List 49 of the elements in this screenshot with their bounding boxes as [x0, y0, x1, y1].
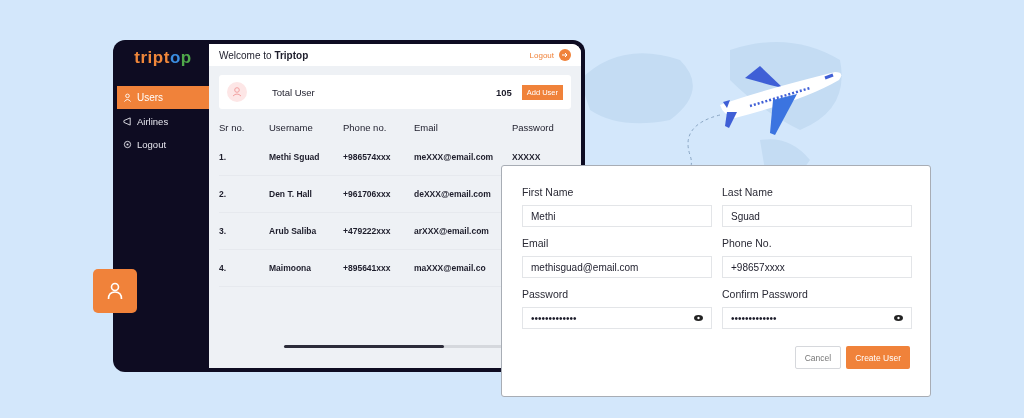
welcome-title: Welcome to Triptop [219, 49, 309, 61]
megaphone-icon [123, 117, 132, 126]
table-cell: maXXX@email.co [414, 263, 486, 273]
field-label: Confirm Password [722, 288, 809, 300]
field-label: Phone No. [722, 237, 773, 249]
table-cell: 3. [219, 226, 227, 236]
table-cell: Arub Saliba [269, 226, 317, 236]
table-cell: Den T. Hall [269, 189, 312, 199]
users-icon [227, 82, 247, 102]
column-header: Sr no. [219, 122, 269, 139]
total-user-label: Total User [272, 86, 316, 98]
sidebar-item[interactable]: Airlines [117, 111, 209, 132]
table-cell: +961706xxx [343, 189, 391, 199]
person-icon [105, 281, 125, 301]
field-label: Last Name [722, 186, 774, 198]
input-field[interactable]: Sguad [722, 205, 912, 227]
table-cell: deXXX@email.com [414, 189, 491, 199]
input-field[interactable]: Methi [522, 205, 712, 227]
logout-icon[interactable] [559, 49, 571, 61]
field-label: Password [522, 288, 570, 300]
sidebar-item[interactable]: Logout [117, 134, 209, 155]
field-label: Email [522, 237, 550, 249]
table-cell: +895641xxx [343, 263, 391, 273]
field-label: First Name [522, 186, 575, 198]
eye-icon[interactable] [694, 315, 703, 321]
input-field[interactable]: methisguad@email.com [522, 256, 712, 278]
table-cell: Methi Sguad [269, 152, 320, 162]
table-cell: +986574xxx [343, 152, 391, 162]
table-cell: 1. [219, 152, 227, 162]
table-cell: 4. [219, 263, 227, 273]
column-header: Phone no. [343, 122, 414, 139]
input-field[interactable]: ••••••••••••• [522, 307, 712, 329]
user-count: 105 [495, 86, 512, 98]
table-cell: 2. [219, 189, 227, 199]
power-icon [123, 140, 132, 149]
column-header: Username [269, 122, 343, 139]
input-field[interactable]: +98657xxxx [722, 256, 912, 278]
column-header: Email [414, 122, 512, 139]
eye-icon[interactable] [894, 315, 903, 321]
table-cell: arXXX@email.com [414, 226, 489, 236]
logo: triptop [134, 48, 192, 68]
input-field[interactable]: ••••••••••••• [722, 307, 912, 329]
table-cell: XXXXX [512, 152, 541, 162]
cancel-button[interactable]: Cancel [794, 346, 842, 369]
table-cell: meXXX@email.com [414, 152, 494, 162]
column-header: Password [512, 122, 555, 135]
user-icon [123, 93, 132, 102]
table-cell: +479222xxx [343, 226, 391, 236]
table-cell: Maimoona [269, 263, 312, 273]
